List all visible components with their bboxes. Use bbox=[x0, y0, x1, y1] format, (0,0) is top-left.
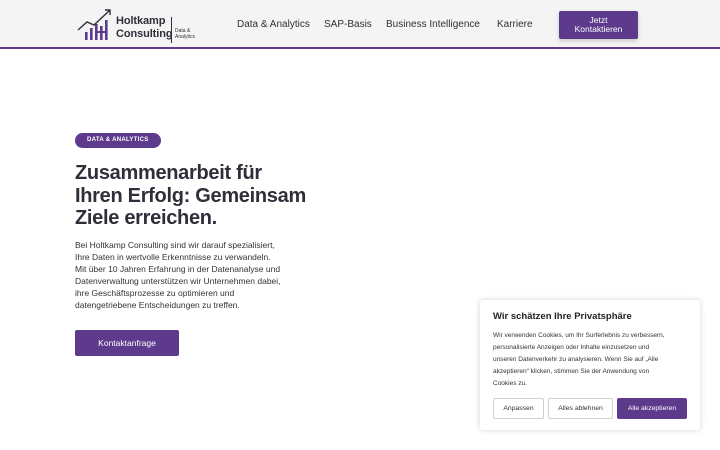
logo-chart-icon bbox=[77, 9, 111, 40]
cookie-title: Wir schätzen Ihre Privatsphäre bbox=[493, 311, 632, 322]
logo-divider bbox=[171, 17, 172, 43]
contact-now-line2: Kontaktieren bbox=[574, 24, 623, 34]
contact-request-button[interactable]: Kontaktanfrage bbox=[75, 330, 179, 356]
site-header: Holtkamp Consulting Data & Analytics Dat… bbox=[0, 0, 720, 49]
hero-description: Bei Holtkamp Consulting sind wir darauf … bbox=[75, 239, 305, 311]
hero-text-line: Ihre Daten in wertvolle Erkenntnisse zu … bbox=[75, 252, 271, 262]
hero-text-line: Bei Holtkamp Consulting sind wir darauf … bbox=[75, 240, 275, 250]
logo-name-line1: Holtkamp bbox=[116, 15, 166, 27]
hero-text-line: Datenverwaltung unterstützen wir Unterne… bbox=[75, 276, 281, 286]
cookie-text-line: Wir verwenden Cookies, um Ihr Surferlebn… bbox=[493, 332, 665, 339]
logo-name-line2: Consulting bbox=[116, 28, 173, 40]
hero-text-line: datengetriebene Entscheidungen zu treffe… bbox=[75, 300, 240, 310]
hero-text-line: Mit über 10 Jahren Erfahrung in der Date… bbox=[75, 264, 281, 274]
logo-tagline: Data & Analytics bbox=[175, 28, 195, 40]
cookie-text-line: Cookies zu. bbox=[493, 380, 527, 387]
cookie-customize-button[interactable]: Anpassen bbox=[493, 398, 544, 419]
hero-text-line: ihre Geschäftsprozesse zu optimieren und bbox=[75, 288, 235, 298]
nav-item-business-intelligence[interactable]: Business Intelligence bbox=[386, 19, 480, 30]
cookie-consent-banner: Wir schätzen Ihre Privatsphäre Wir verwe… bbox=[480, 300, 700, 430]
hero-title-line: Zusammenarbeit für bbox=[75, 162, 262, 184]
nav-item-sap-basis[interactable]: SAP-Basis bbox=[324, 19, 372, 30]
page: Holtkamp Consulting Data & Analytics Dat… bbox=[0, 0, 720, 450]
hero-title: Zusammenarbeit für Ihren Erfolg: Gemeins… bbox=[75, 162, 315, 230]
cookie-accept-button[interactable]: Alle akzeptieren bbox=[617, 398, 687, 419]
contact-now-button[interactable]: Jetzt Kontaktieren bbox=[559, 11, 638, 39]
hero-title-line: Ihren Erfolg: Gemeinsam bbox=[75, 184, 306, 207]
cookie-reject-button[interactable]: Alles ablehnen bbox=[548, 398, 613, 419]
cookie-text-line: akzeptieren“ klicken, stimmen Sie der An… bbox=[493, 368, 650, 375]
cookie-text-line: unseren Datenverkehr zu analysieren. Wen… bbox=[493, 356, 659, 363]
logo[interactable]: Holtkamp Consulting Data & Analytics bbox=[77, 6, 207, 44]
logo-tag-line2: Analytics bbox=[175, 34, 196, 40]
nav-item-data-analytics[interactable]: Data & Analytics bbox=[237, 19, 310, 30]
nav-item-karriere[interactable]: Karriere bbox=[497, 19, 533, 30]
logo-wordmark: Holtkamp Consulting bbox=[116, 15, 173, 41]
hero-title-line: Ziele erreichen. bbox=[75, 207, 217, 229]
cookie-text: Wir verwenden Cookies, um Ihr Surferlebn… bbox=[493, 330, 693, 390]
cookie-text-line: personalisierte Anzeigen oder Inhalte ei… bbox=[493, 344, 650, 351]
category-badge: DATA & ANALYTICS bbox=[75, 133, 161, 148]
